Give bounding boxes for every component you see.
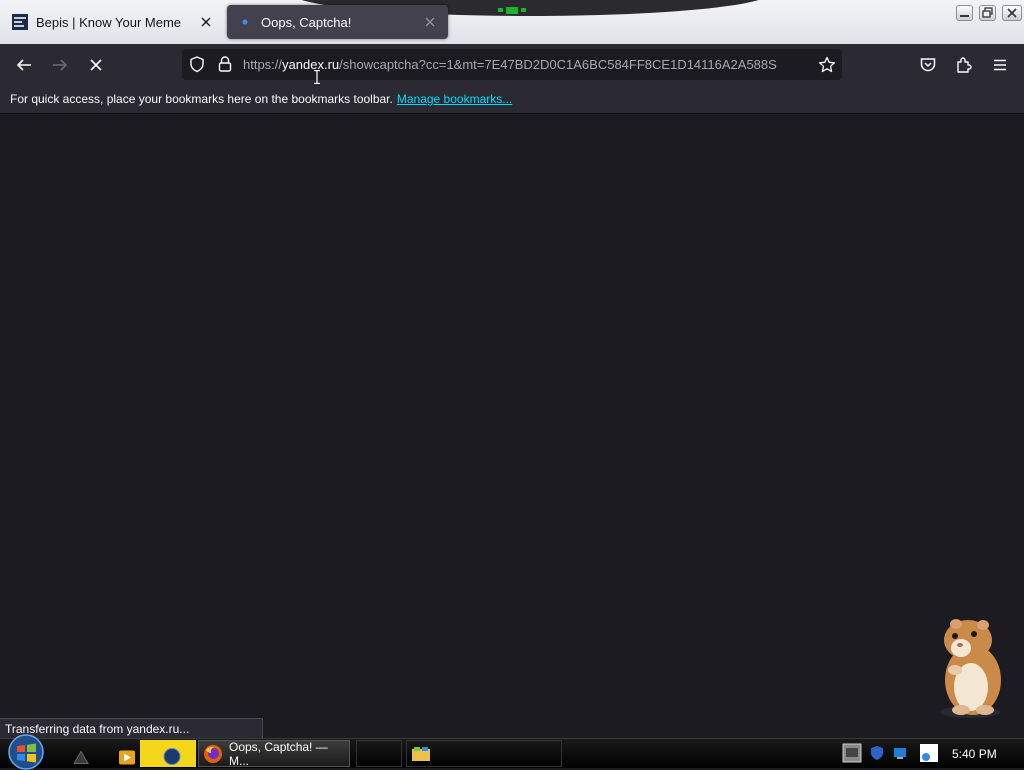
folder-icon <box>412 746 430 761</box>
tray-app-icon[interactable] <box>842 743 862 763</box>
extensions-icon <box>957 57 972 73</box>
quicklaunch-icon[interactable] <box>72 745 90 770</box>
network-icon[interactable] <box>892 745 908 761</box>
back-button[interactable] <box>11 52 37 78</box>
yandex-favicon <box>242 19 248 25</box>
tab-captcha[interactable]: Oops, Captcha! <box>227 5 448 39</box>
star-icon[interactable] <box>818 56 836 74</box>
bookmarks-hint: For quick access, place your bookmarks h… <box>10 92 512 106</box>
url-host: yandex.ru <box>282 57 340 72</box>
bookmarks-toolbar: For quick access, place your bookmarks h… <box>0 85 1024 114</box>
taskbar-clock[interactable]: 5:40 PM <box>952 747 997 761</box>
lock-icon[interactable] <box>217 55 233 73</box>
media-player-icon[interactable] <box>118 745 136 770</box>
tab-title: Oops, Captcha! <box>261 14 352 30</box>
hamster-image <box>940 619 1001 718</box>
url-scheme: https:// <box>243 57 283 72</box>
start-orb-icon[interactable] <box>6 734 46 770</box>
forward-icon <box>53 59 68 71</box>
text-cursor-icon <box>314 70 320 84</box>
forward-button[interactable] <box>47 52 73 78</box>
pocket-button[interactable] <box>915 52 941 78</box>
tab-bepis[interactable]: Bepis | Know Your Meme <box>2 5 224 39</box>
page-content <box>0 114 1024 738</box>
tab-title: Bepis | Know Your Meme <box>36 14 182 30</box>
manage-bookmarks-link[interactable]: Manage bookmarks... <box>397 92 512 106</box>
taskbar-task-label: Oops, Captcha! — M... <box>229 739 328 768</box>
volume-icon[interactable] <box>918 742 940 764</box>
taskbar-app-explorer[interactable] <box>406 740 562 767</box>
shield-icon[interactable] <box>189 56 205 73</box>
minimize-button[interactable] <box>956 5 973 21</box>
url-path: /showcaptcha?cc=1&mt=7E47BD2D0C1A6BC584F… <box>339 57 777 72</box>
taskbar-firefox-button[interactable]: Oops, Captcha! — M... <box>198 739 350 768</box>
browser-icon[interactable] <box>163 744 181 769</box>
back-icon <box>16 59 31 71</box>
address-bar[interactable]: https://yandex.ru/showcaptcha?cc=1&mt=7E… <box>182 49 842 80</box>
stop-icon <box>90 59 102 71</box>
stop-button[interactable] <box>83 52 109 78</box>
bookmarks-message: For quick access, place your bookmarks h… <box>10 92 393 106</box>
navigation-toolbar: https://yandex.ru/showcaptcha?cc=1&mt=7E… <box>0 44 1024 85</box>
taskbar: Oops, Captcha! — M... 5:40 PM <box>0 734 1024 770</box>
app-menu-button[interactable] <box>987 52 1013 78</box>
window-close-button[interactable] <box>1002 5 1022 21</box>
green-indicator-icon <box>498 7 526 14</box>
close-icon[interactable] <box>422 14 438 30</box>
restore-button[interactable] <box>979 5 996 21</box>
url-fade <box>782 51 812 78</box>
extensions-button[interactable] <box>951 52 977 78</box>
taskbar-app-dark[interactable] <box>356 740 402 767</box>
security-shield-icon[interactable] <box>869 745 885 761</box>
tab-strip: Bepis | Know Your Meme Oops, Captcha! <box>0 0 1024 44</box>
firefox-icon <box>204 744 222 763</box>
meme-favicon <box>12 14 28 30</box>
pocket-icon <box>920 58 936 72</box>
menu-icon <box>994 59 1006 71</box>
close-icon[interactable] <box>198 14 214 30</box>
url-text[interactable]: https://yandex.ru/showcaptcha?cc=1&mt=7E… <box>243 57 808 72</box>
